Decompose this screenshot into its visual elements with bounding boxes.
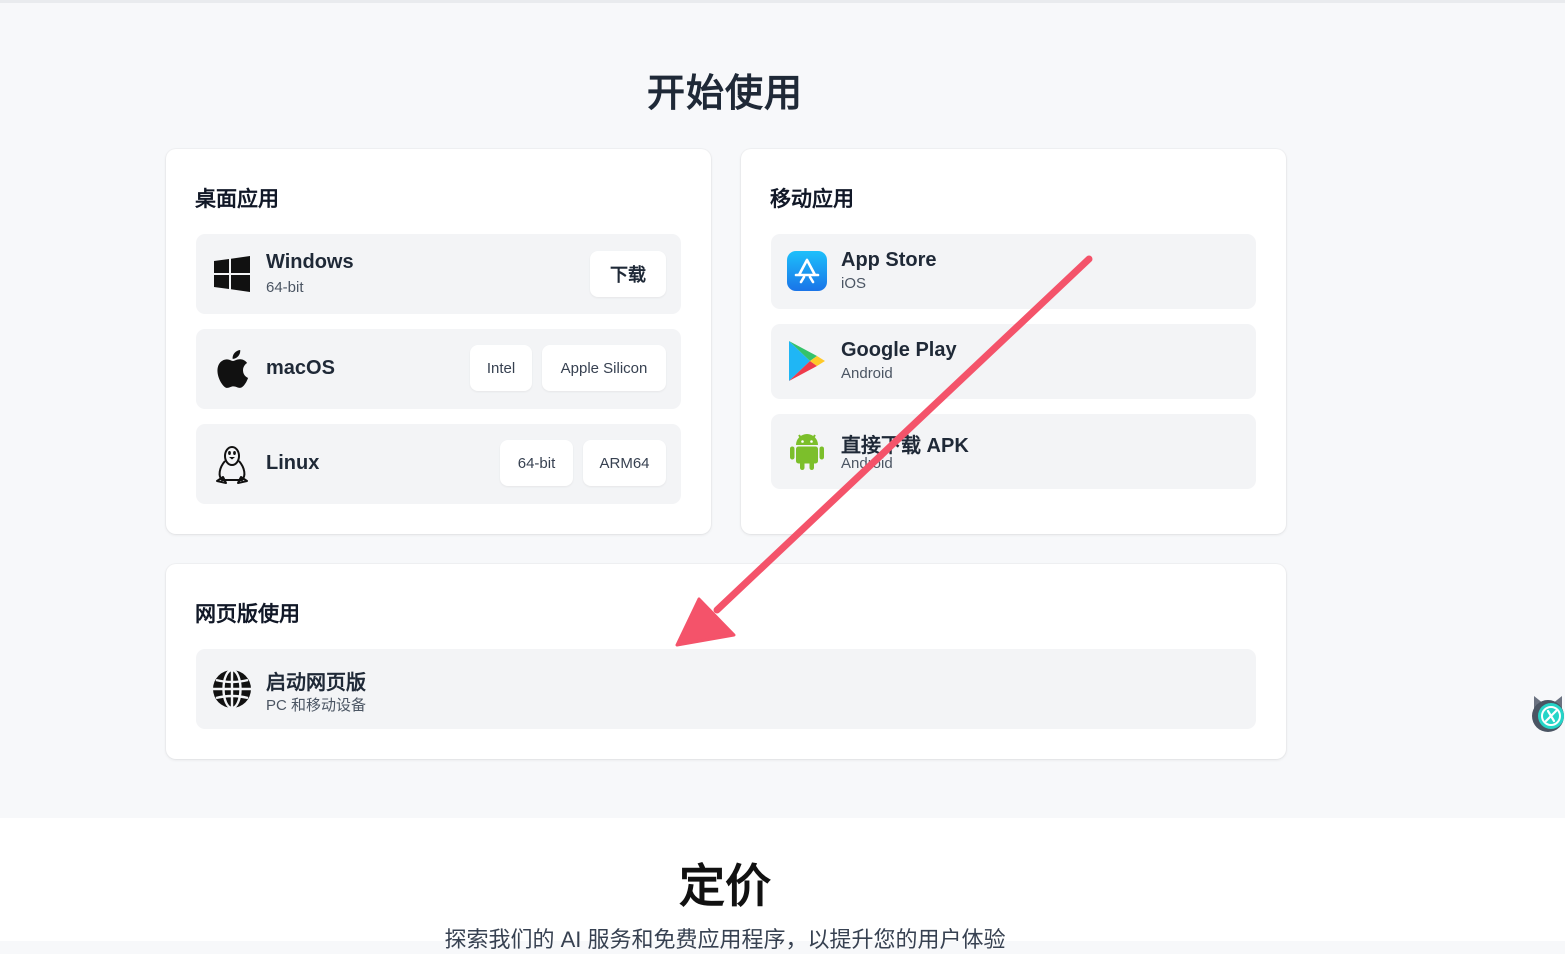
apk-platform: Android	[841, 455, 893, 472]
globe-icon	[210, 667, 254, 711]
desktop-apps-card: 桌面应用 Windows 64-bit 下载 macOS Intel Apple…	[166, 149, 711, 534]
macos-name: macOS	[266, 357, 335, 379]
app-store-icon	[785, 249, 829, 293]
windows-icon	[210, 252, 254, 296]
windows-download-button[interactable]: 下载	[590, 251, 666, 297]
appstore-row[interactable]: App Store iOS	[771, 234, 1256, 309]
macos-row: macOS Intel Apple Silicon	[196, 329, 681, 409]
section-title: 开始使用	[646, 73, 803, 115]
launch-web-row[interactable]: 启动网页版 PC 和移动设备	[196, 649, 1256, 729]
appstore-name: App Store	[841, 249, 937, 271]
linux-arm64-button[interactable]: ARM64	[583, 440, 666, 486]
pricing-subtitle: 探索我们的 AI 服务和免费应用程序，以提升您的用户体验	[444, 927, 1006, 952]
android-icon	[785, 429, 829, 473]
top-divider	[0, 0, 1565, 3]
googleplay-name: Google Play	[841, 339, 957, 361]
windows-name: Windows	[266, 251, 354, 273]
launch-web-platforms: PC 和移动设备	[266, 697, 367, 714]
apk-row[interactable]: 直接下载 APK Android	[771, 414, 1256, 489]
windows-row: Windows 64-bit 下载	[196, 234, 681, 314]
web-app-card: 网页版使用 启动网页版 PC 和移动设备	[166, 564, 1286, 759]
googleplay-row[interactable]: Google Play Android	[771, 324, 1256, 399]
pricing-section: 定价 探索我们的 AI 服务和免费应用程序，以提升您的用户体验	[0, 818, 1565, 952]
windows-arch: 64-bit	[266, 279, 304, 296]
mobile-apps-card: 移动应用 App Store iOS Google Play Android 直…	[741, 149, 1286, 534]
linux-row: Linux 64-bit ARM64	[196, 424, 681, 504]
apple-icon	[210, 347, 254, 391]
linux-name: Linux	[266, 452, 320, 474]
linux-64bit-button[interactable]: 64-bit	[500, 440, 573, 486]
macos-intel-button[interactable]: Intel	[470, 345, 532, 391]
macos-apple-silicon-button[interactable]: Apple Silicon	[542, 345, 666, 391]
googleplay-platform: Android	[841, 365, 893, 382]
mobile-apps-title: 移动应用	[770, 188, 854, 211]
apk-name: 直接下载 APK	[841, 435, 969, 457]
linux-tux-icon	[210, 442, 254, 486]
appstore-platform: iOS	[841, 275, 867, 292]
floating-assistant-button[interactable]	[1528, 690, 1565, 736]
google-play-icon	[785, 339, 829, 383]
pricing-title: 定价	[679, 860, 771, 912]
launch-web-name: 启动网页版	[266, 672, 366, 694]
desktop-apps-title: 桌面应用	[195, 188, 279, 211]
web-app-title: 网页版使用	[195, 603, 300, 626]
